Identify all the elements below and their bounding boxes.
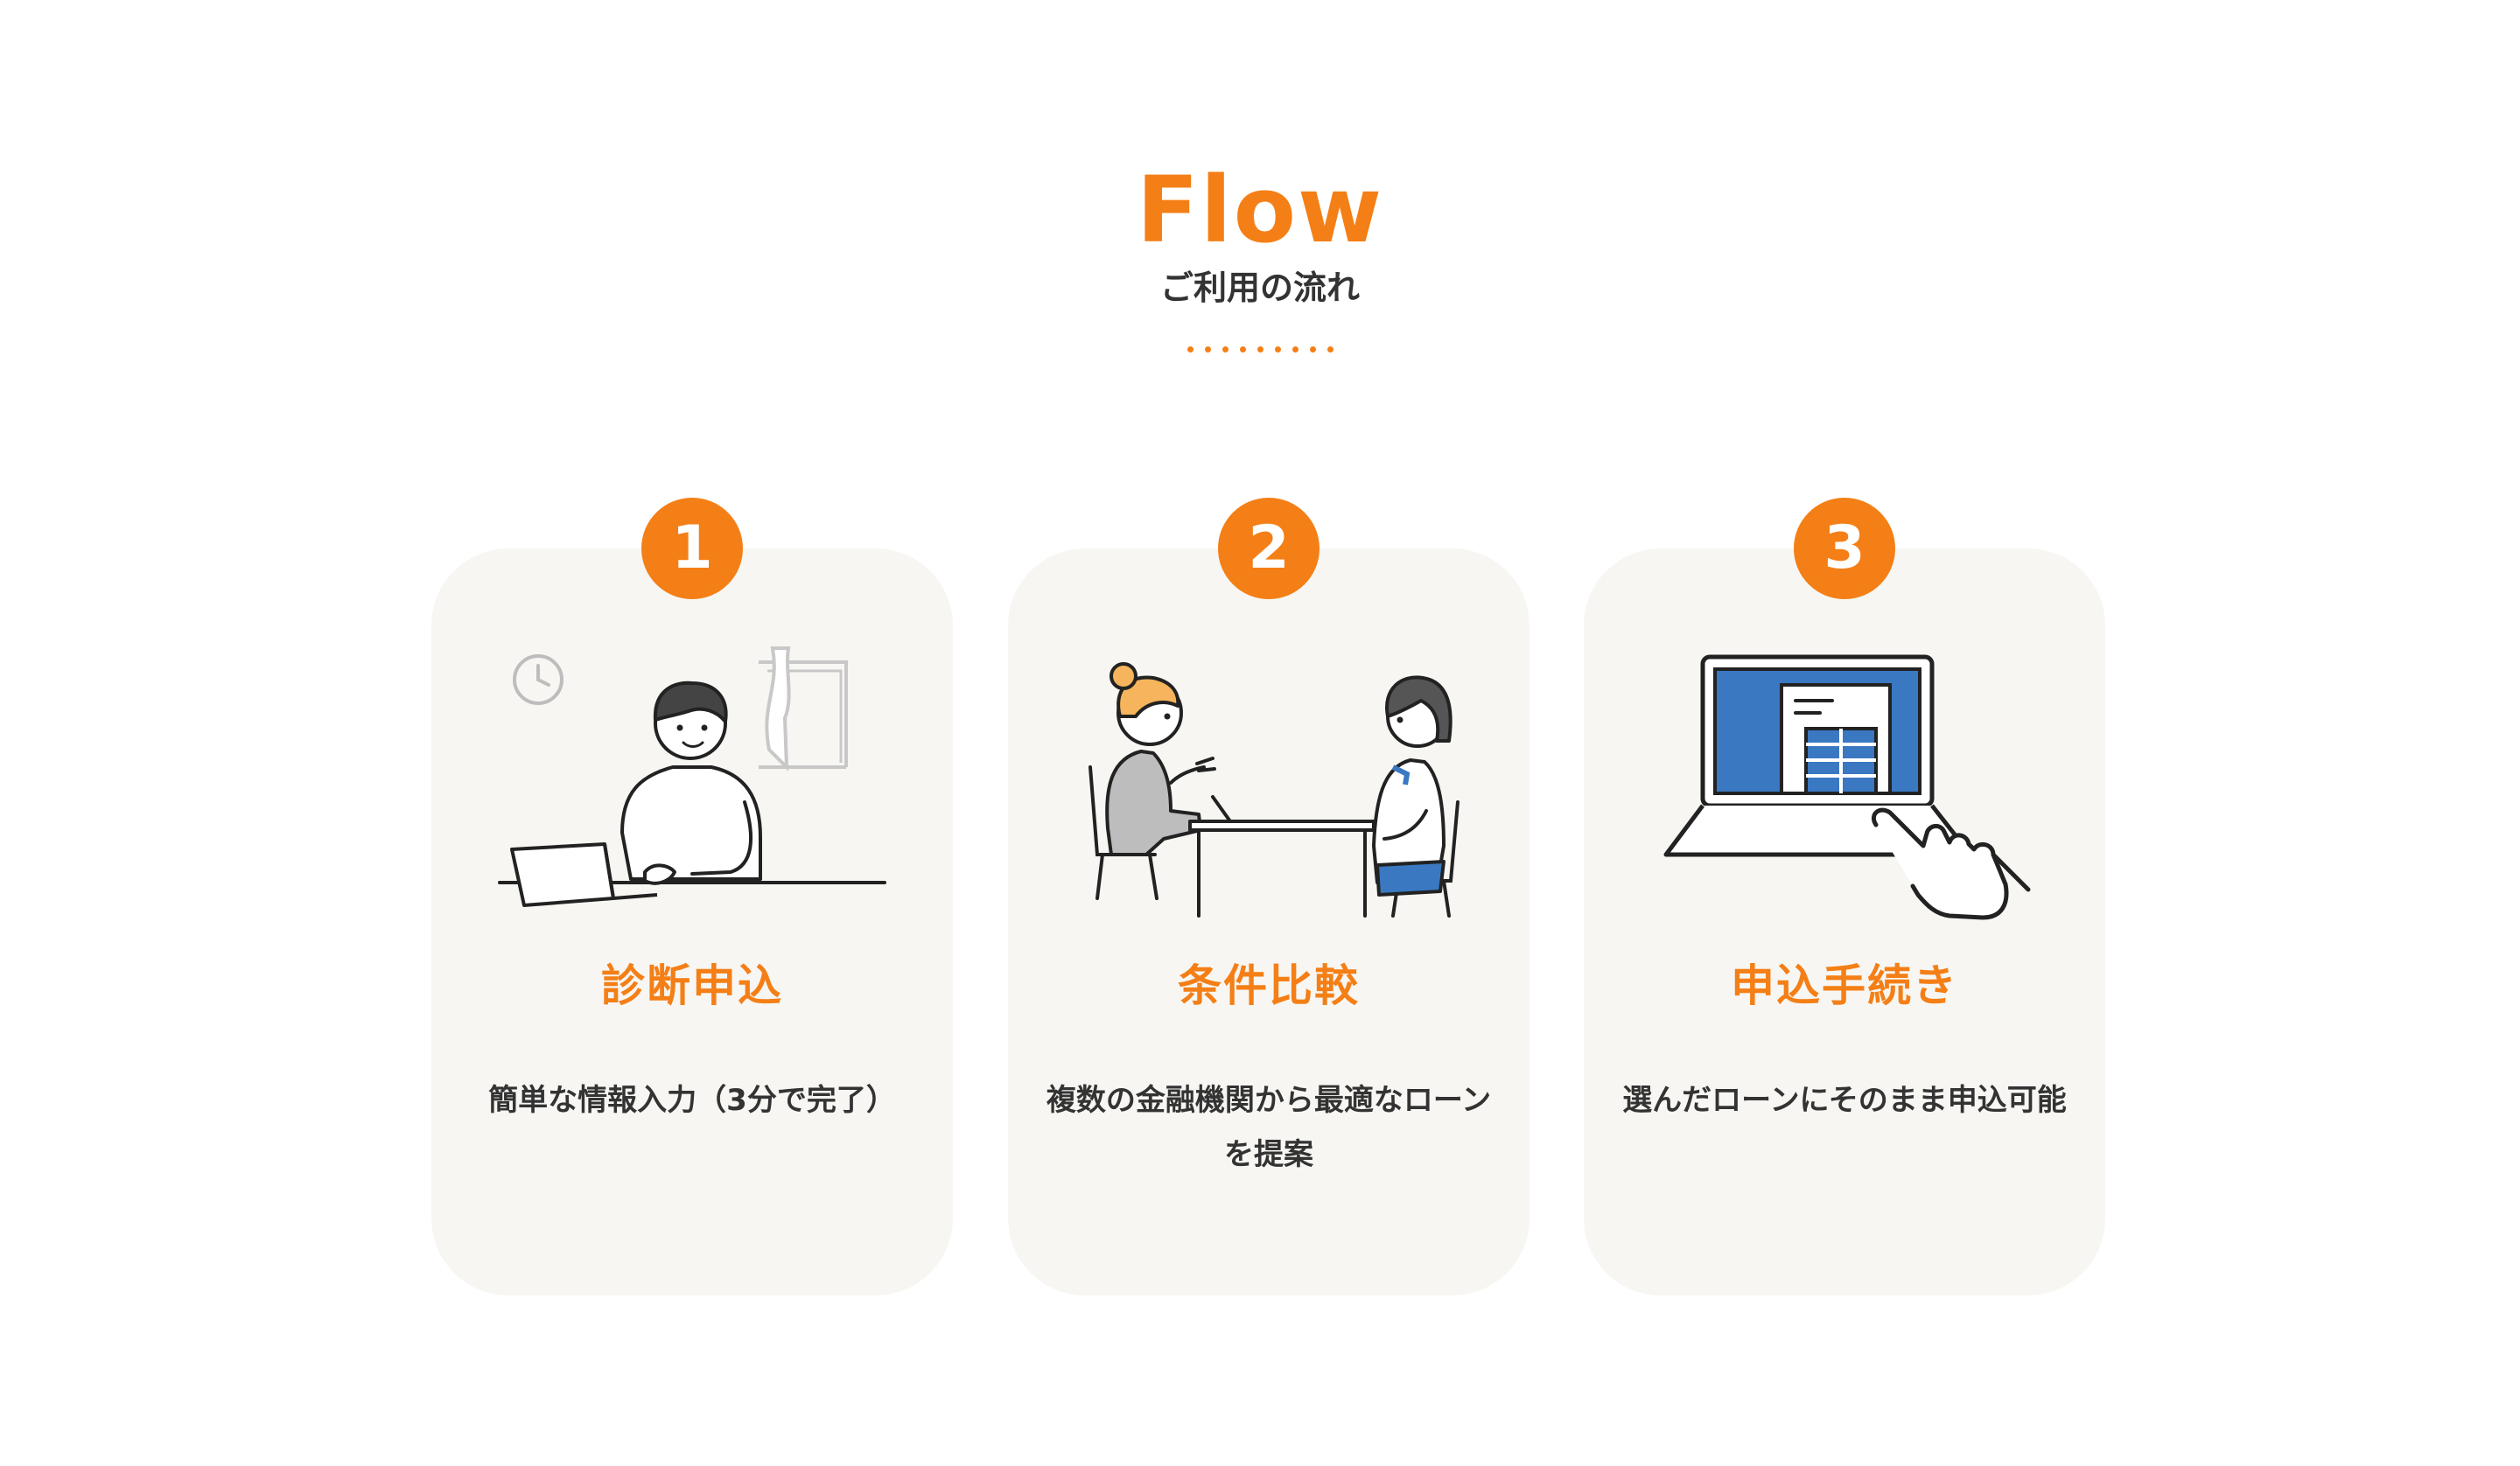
laptop-tap-illustration xyxy=(1663,654,2031,920)
divider-dot xyxy=(1309,346,1316,353)
step-description: 複数の金融機関から最適なローンを提案 xyxy=(1046,1083,1492,1172)
step-card-3: 3 申込手続き 選んだローンにそのまま申込可能 xyxy=(1584,498,2105,1295)
section-title: Flow xyxy=(1136,157,1384,263)
step-title: 申込手続き xyxy=(1731,960,1958,1011)
divider-dot xyxy=(1204,346,1211,353)
step-title: 診断申込 xyxy=(601,960,783,1011)
step-card-1: 1 診断申込 簡単な情報入力（3分で完了） xyxy=(431,498,953,1295)
step-number-badge: 3 xyxy=(1794,498,1895,599)
divider-dot xyxy=(1292,346,1298,353)
divider-dot xyxy=(1186,346,1194,353)
step-title: 条件比較 xyxy=(1178,960,1360,1011)
step-card-2: 2 条件比較 複数の金融機関から最適なローンを提案 xyxy=(1008,498,1530,1295)
section-header: Flow ご利用の流れ xyxy=(0,157,2520,353)
divider-dot xyxy=(1256,346,1264,353)
section-subtitle: ご利用の流れ xyxy=(1159,269,1360,307)
step-number-badge: 1 xyxy=(641,498,743,599)
divider-dot xyxy=(1222,346,1228,353)
divider-dot xyxy=(1326,346,1334,353)
step-description: 簡単な情報入力（3分で完了） xyxy=(488,1083,896,1118)
step-number-badge: 2 xyxy=(1218,498,1320,599)
divider-dot xyxy=(1239,346,1246,353)
dotted-divider xyxy=(0,346,2520,353)
consultation-meeting-illustration xyxy=(1088,662,1460,918)
divider-dot xyxy=(1274,346,1281,353)
person-at-laptop-illustration xyxy=(498,646,886,907)
step-description: 選んだローンにそのまま申込可能 xyxy=(1622,1083,2067,1118)
